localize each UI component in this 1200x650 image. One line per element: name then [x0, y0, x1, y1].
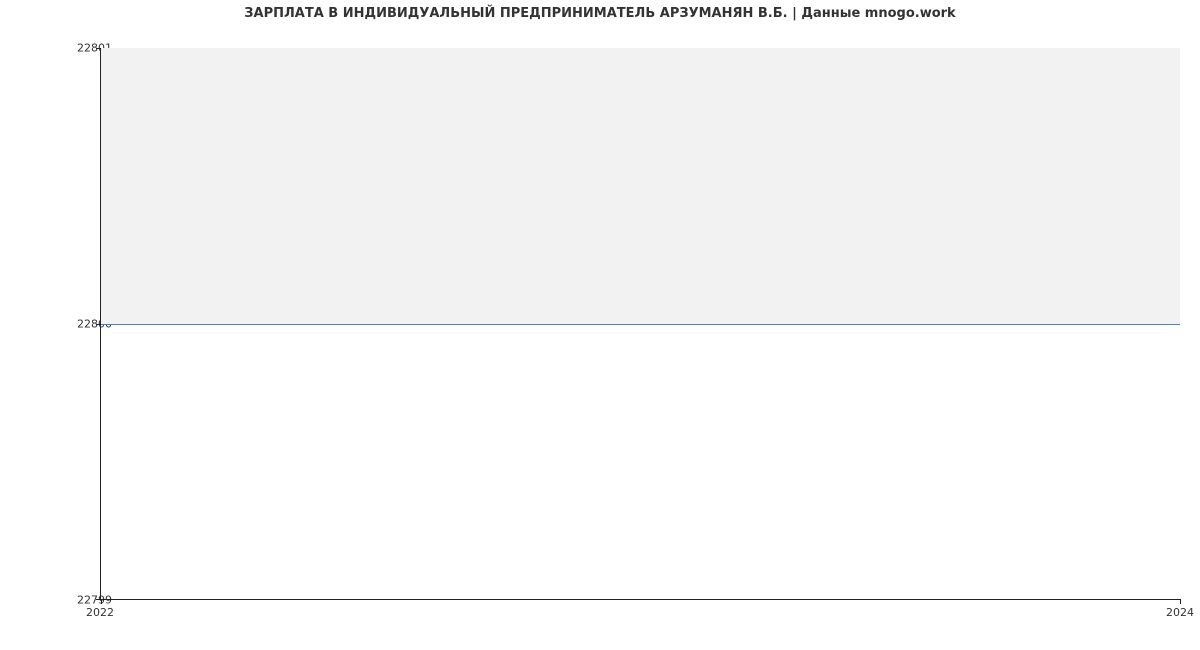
- x-tick: [101, 599, 102, 604]
- plot-area: [100, 48, 1180, 600]
- salary-line: [101, 324, 1180, 325]
- x-tick-label-left: 2022: [86, 606, 114, 619]
- chart-title: ЗАРПЛАТА В ИНДИВИДУАЛЬНЫЙ ПРЕДПРИНИМАТЕЛ…: [0, 6, 1200, 21]
- x-tick-label-right: 2024: [1166, 606, 1194, 619]
- y-tick: [96, 324, 101, 325]
- area-fill-above-line: [101, 48, 1180, 324]
- y-tick: [96, 48, 101, 49]
- x-tick: [1180, 599, 1181, 604]
- salary-chart: ЗАРПЛАТА В ИНДИВИДУАЛЬНЫЙ ПРЕДПРИНИМАТЕЛ…: [0, 0, 1200, 650]
